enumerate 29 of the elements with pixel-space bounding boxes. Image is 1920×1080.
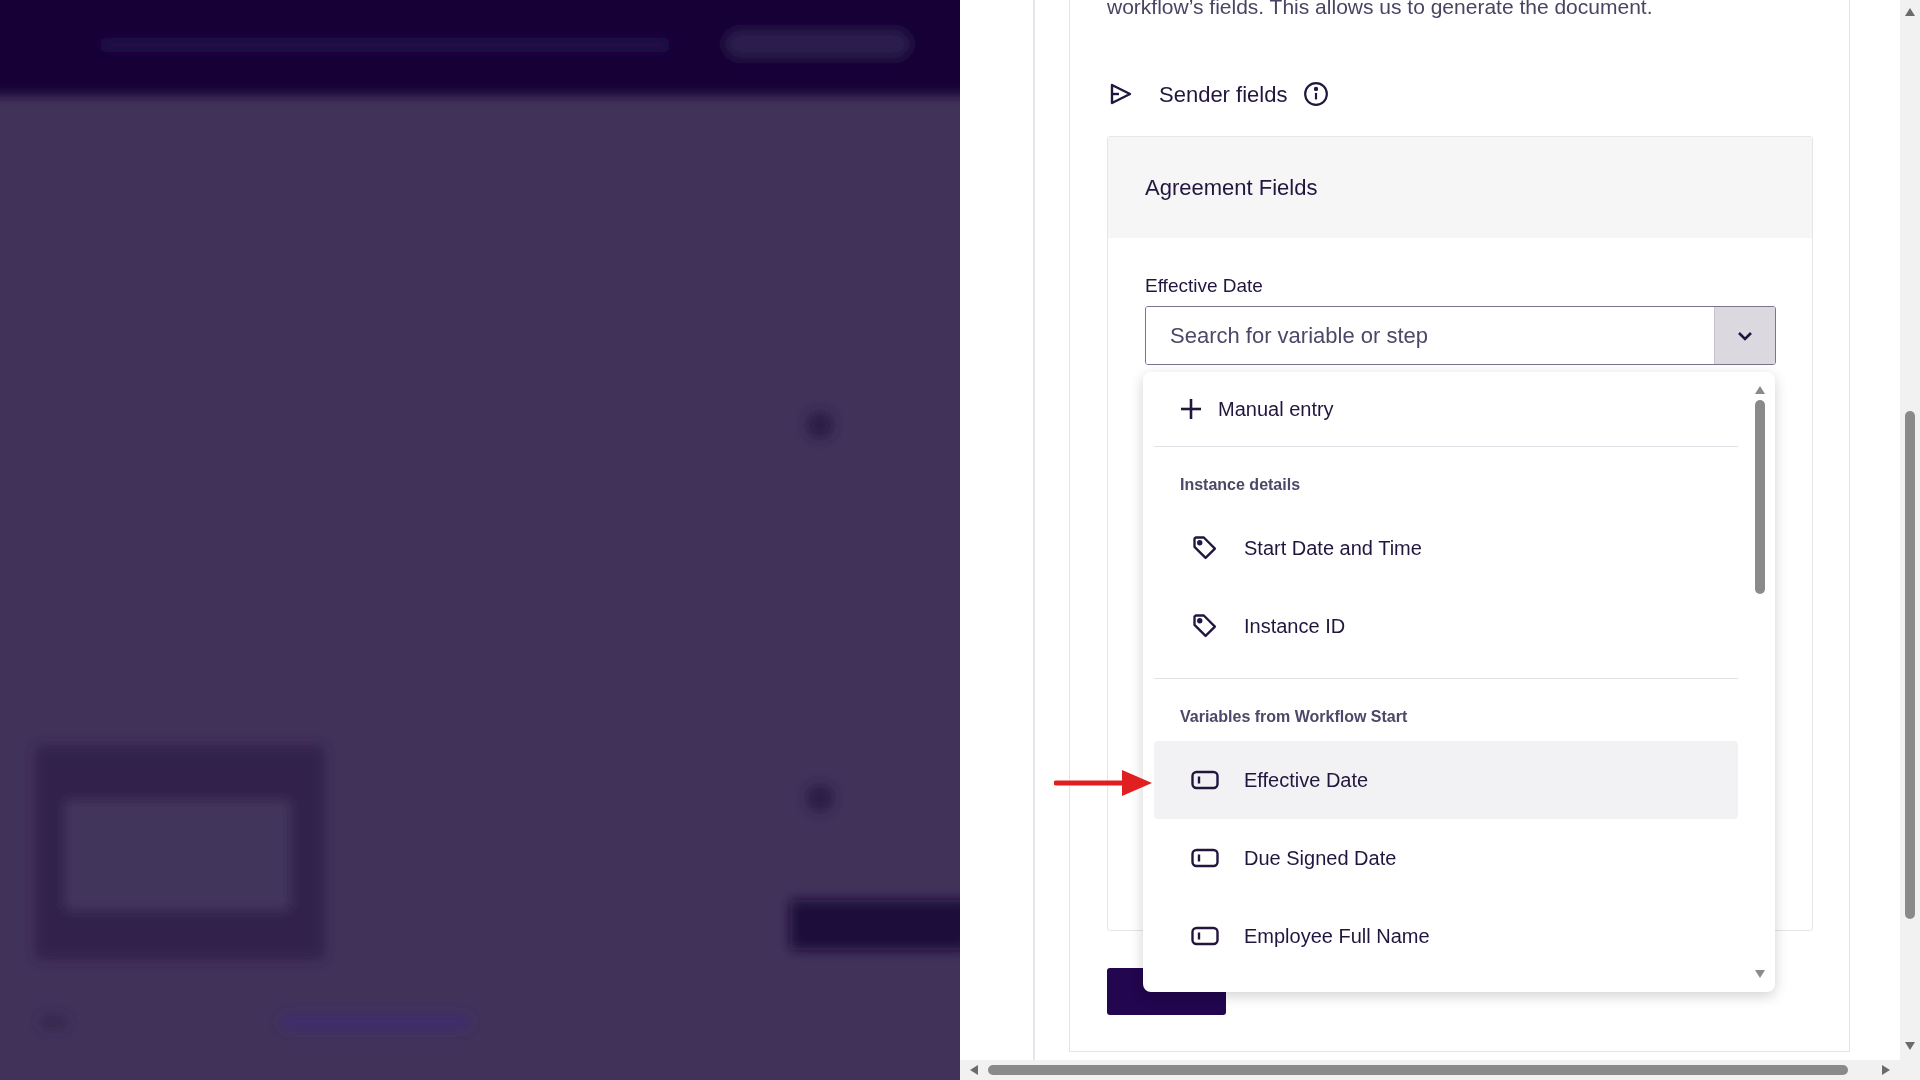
dropdown-toggle[interactable] <box>1714 307 1775 364</box>
info-icon[interactable] <box>1303 81 1330 107</box>
manual-entry-option[interactable]: Manual entry <box>1154 372 1738 446</box>
group-heading: Variables from Workflow Start <box>1179 707 1409 727</box>
search-field[interactable]: Search for variable or step <box>1145 306 1776 365</box>
field-label: Effective Date <box>1145 274 1264 298</box>
scroll-up-icon[interactable] <box>1905 8 1915 16</box>
scroll-right-icon[interactable] <box>1882 1065 1890 1075</box>
scrollbar-thumb[interactable] <box>1755 400 1765 594</box>
scroll-up-icon[interactable] <box>1755 386 1765 394</box>
horizontal-scrollbar[interactable] <box>960 1060 1920 1080</box>
send-icon <box>1109 82 1133 106</box>
section-title: Sender fields <box>1159 80 1288 109</box>
chevron-icon <box>1737 330 1753 341</box>
text-field-icon <box>1191 848 1219 868</box>
vertical-scrollbar[interactable] <box>1900 0 1920 1060</box>
scroll-left-icon[interactable] <box>970 1065 978 1075</box>
scroll-down-icon[interactable] <box>1755 970 1765 978</box>
dropdown-option[interactable]: Effective Date <box>1154 741 1738 819</box>
text-field-icon <box>1191 926 1219 946</box>
scrollbar-thumb[interactable] <box>988 1065 1848 1075</box>
group-heading: Instance details <box>1179 475 1302 495</box>
scrollbar-thumb[interactable] <box>1905 411 1915 919</box>
text-field-icon <box>1191 770 1219 790</box>
plus-icon <box>1180 398 1202 420</box>
tag-icon <box>1191 612 1219 640</box>
card-title: Agreement Fields <box>1145 174 1318 202</box>
scroll-down-icon[interactable] <box>1905 1042 1915 1050</box>
tag-icon <box>1191 534 1219 562</box>
